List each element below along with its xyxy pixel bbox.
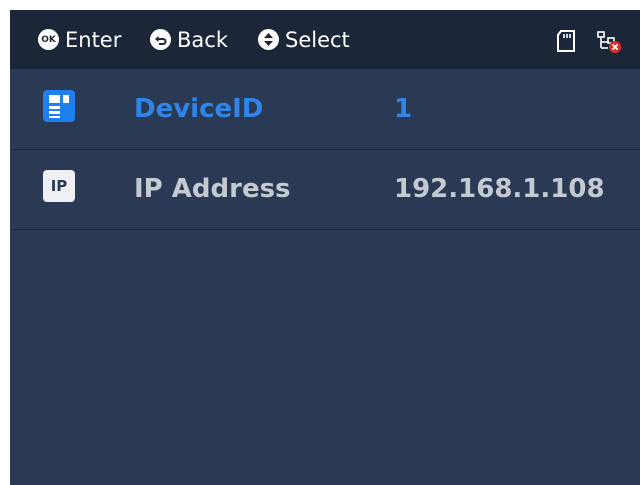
back-hint-label: Back <box>177 27 228 52</box>
sd-card-icon <box>554 28 580 54</box>
hint-bar: OK Enter Back Select <box>10 10 640 69</box>
enter-hint: OK Enter <box>38 10 121 69</box>
ip-address-value: 192.168.1.108 <box>394 174 605 204</box>
select-hint-label: Select <box>285 27 350 52</box>
device-screen: OK Enter Back Select DeviceID 1 IP IP Ad… <box>10 10 640 485</box>
device-id-label: DeviceID <box>134 94 264 124</box>
back-arrow-icon <box>150 29 171 50</box>
ip-address-label: IP Address <box>134 174 291 204</box>
menu-item-ip-address[interactable]: IP IP Address 192.168.1.108 <box>10 150 640 230</box>
select-hint: Select <box>258 10 350 69</box>
network-disconnected-icon <box>596 28 622 54</box>
device-id-value: 1 <box>394 94 413 124</box>
ok-button-icon: OK <box>38 29 59 50</box>
enter-hint-label: Enter <box>65 27 122 52</box>
device-id-icon <box>43 90 75 122</box>
back-hint: Back <box>150 10 228 69</box>
ip-icon: IP <box>43 170 75 202</box>
menu-item-device-id[interactable]: DeviceID 1 <box>10 70 640 150</box>
up-down-arrows-icon <box>258 29 279 50</box>
